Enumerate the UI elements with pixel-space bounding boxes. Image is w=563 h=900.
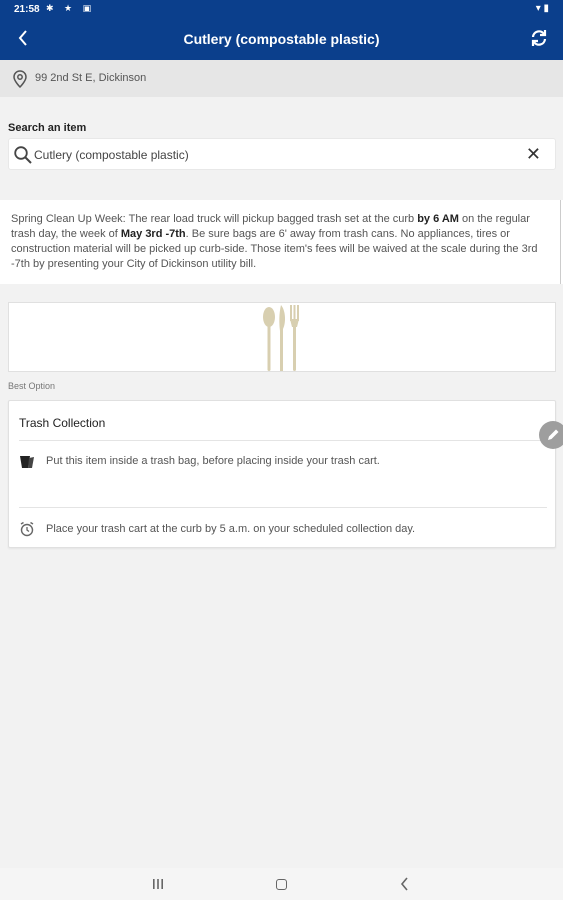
refresh-icon (531, 30, 547, 46)
status-indicators: ✱ ★ ▣ (46, 3, 96, 13)
recent-apps-icon[interactable] (152, 879, 164, 889)
notice-bold-time: by 6 AM (417, 213, 459, 225)
search-label: Search an item (8, 122, 87, 134)
app-header: 21:58 ✱ ★ ▣ ▾ ▮ Cutlery (compostable pla… (0, 0, 563, 60)
refresh-button[interactable] (529, 28, 549, 48)
location-pin-icon (13, 70, 27, 88)
notice-text-1: Spring Clean Up Week: The rear load truc… (11, 213, 418, 225)
option-title: Trash Collection (19, 416, 106, 430)
search-input[interactable] (34, 145, 494, 165)
trash-bag-icon (20, 456, 34, 468)
location-bar[interactable]: 99 2nd St E, Dickinson (0, 60, 563, 97)
status-bar: 21:58 ✱ ★ ▣ ▾ ▮ (0, 0, 563, 18)
instruction-text: Put this item inside a trash bag, before… (46, 455, 380, 467)
location-address: 99 2nd St E, Dickinson (35, 72, 147, 84)
page-title: Cutlery (compostable plastic) (183, 31, 380, 47)
notice-bold-dates: May 3rd -7th (120, 228, 186, 240)
item-image-card (8, 302, 556, 372)
announcement-notice: Spring Clean Up Week: The rear load truc… (0, 200, 560, 284)
home-icon[interactable] (276, 879, 287, 890)
divider (19, 440, 555, 441)
alarm-clock-icon (20, 521, 34, 537)
system-nav-bar (0, 868, 563, 900)
status-right-icons: ▾ ▮ (535, 3, 549, 14)
best-option-label: Best Option (8, 381, 56, 391)
cutlery-icon (263, 305, 299, 371)
disposal-option-card[interactable]: Trash Collection Put this item inside a … (8, 400, 556, 548)
instruction-text: Place your trash cart at the curb by 5 a… (46, 523, 416, 535)
divider (19, 507, 547, 508)
edit-button[interactable] (539, 421, 563, 449)
pencil-icon (548, 429, 559, 440)
system-back-icon[interactable] (400, 877, 410, 891)
status-time: 21:58 (14, 4, 40, 15)
search-box: ✕ (8, 138, 556, 170)
search-icon (14, 146, 32, 164)
clear-search-button[interactable]: ✕ (526, 145, 541, 163)
